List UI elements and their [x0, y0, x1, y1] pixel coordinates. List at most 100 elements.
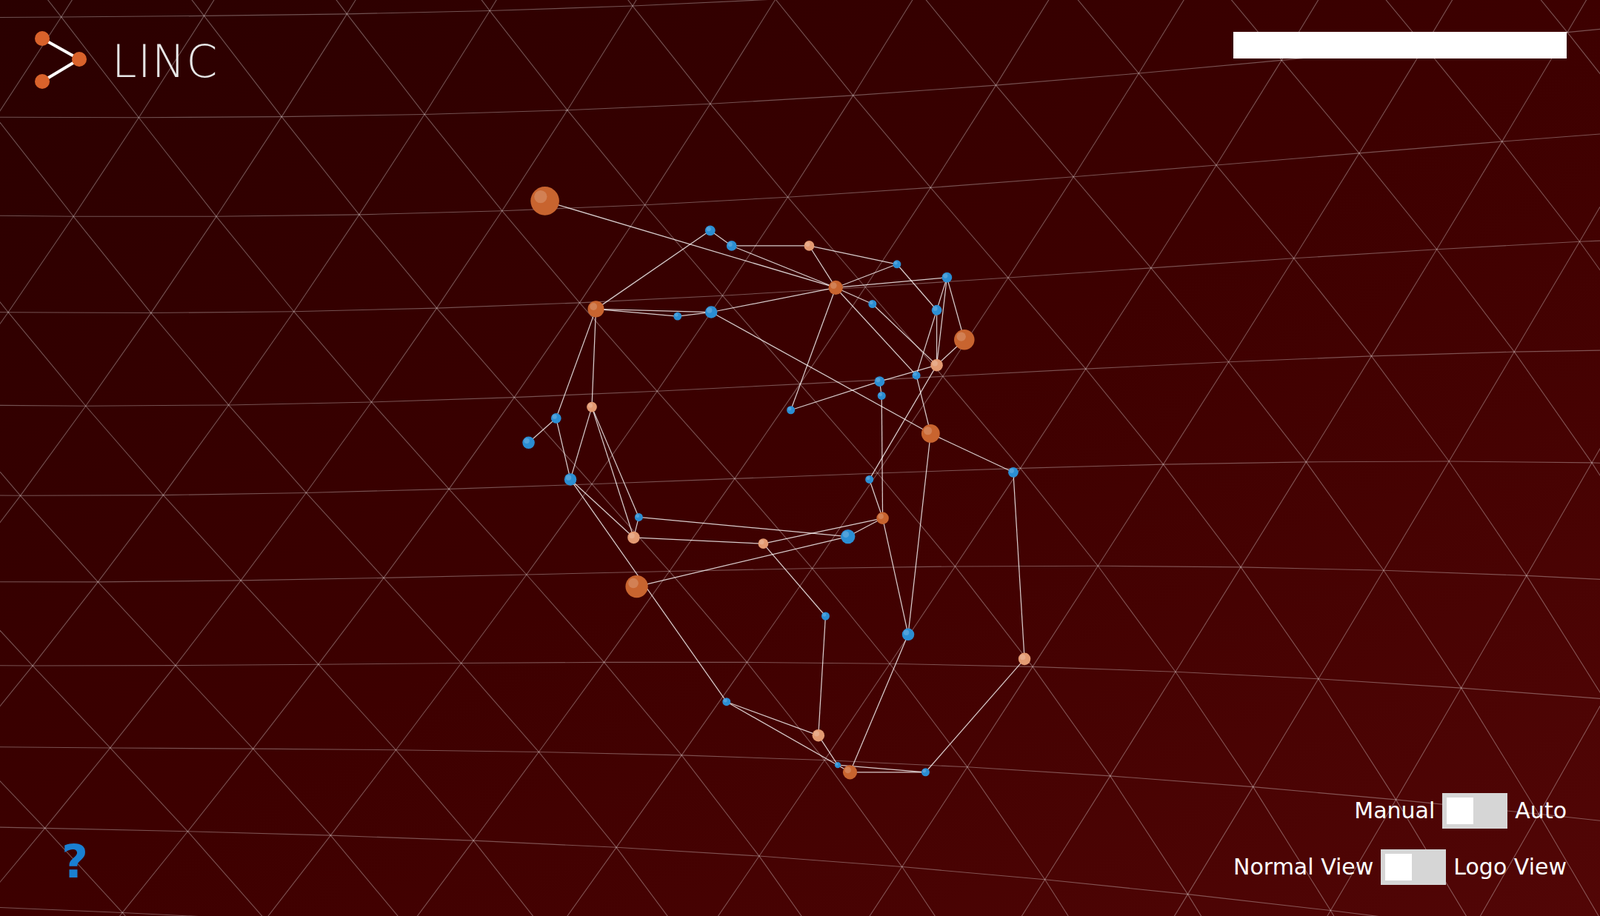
mesh-line [32, 582, 98, 666]
mesh-line [330, 835, 474, 841]
mesh-line [526, 484, 592, 575]
mesh-line [1448, 351, 1515, 462]
mesh-line [526, 574, 605, 663]
mesh-line [424, 11, 490, 115]
graph-node[interactable] [842, 765, 858, 780]
help-button[interactable]: ? [61, 839, 89, 886]
mesh-line [228, 405, 307, 494]
mesh-line [1437, 249, 1515, 352]
mesh-line [979, 880, 1045, 916]
background-mesh [0, 0, 1600, 916]
graph-node[interactable] [877, 391, 886, 400]
mesh-line [281, 117, 360, 215]
graph-node[interactable] [530, 186, 560, 216]
toggle-switch[interactable] [1380, 849, 1446, 886]
toggle-switch[interactable] [1442, 793, 1508, 829]
graph-node[interactable] [892, 260, 901, 269]
graph-node[interactable] [865, 475, 874, 484]
mesh-line [1253, 787, 1332, 912]
graph-node[interactable] [931, 305, 943, 316]
graph-node[interactable] [587, 300, 604, 318]
graph-node[interactable] [627, 531, 640, 545]
mesh-line [877, 468, 1021, 474]
graph-node[interactable] [705, 305, 718, 319]
graph-node[interactable] [930, 359, 943, 372]
logo[interactable]: LINC [33, 28, 219, 95]
graph-edge [1013, 472, 1025, 660]
graph-node[interactable] [828, 280, 843, 295]
graph-node[interactable] [921, 768, 930, 777]
mesh-line [1175, 671, 1254, 787]
graph-node[interactable] [902, 628, 915, 642]
graph-node[interactable] [876, 512, 889, 526]
toggle-left-label: Manual [1354, 797, 1435, 826]
graph-node[interactable] [625, 575, 648, 598]
mesh-line [551, 847, 617, 916]
graph-node[interactable] [804, 240, 815, 252]
mesh-line [579, 295, 723, 303]
graph-nodes [522, 186, 1031, 780]
mesh-line [0, 309, 9, 312]
mesh-line [294, 311, 372, 403]
graph-node[interactable] [874, 376, 886, 387]
graph-node[interactable] [954, 329, 975, 351]
mesh-line [1187, 894, 1266, 916]
graph-edge [638, 517, 848, 537]
mesh-line [616, 755, 682, 848]
mesh-line [902, 867, 1046, 880]
graph-node[interactable] [840, 529, 855, 544]
mesh-line [73, 117, 139, 218]
graph-node[interactable] [551, 413, 562, 424]
mesh-line [1138, 0, 1204, 74]
graph-node[interactable] [912, 371, 921, 380]
graph-node[interactable] [941, 272, 952, 283]
graph-node[interactable] [586, 402, 598, 413]
mesh-line [812, 473, 878, 569]
graph-node[interactable] [722, 697, 731, 706]
graph-node[interactable] [726, 240, 738, 252]
graph-canvas[interactable] [0, 0, 1600, 916]
mesh-line [0, 582, 33, 666]
mesh-line [473, 840, 552, 916]
graph-edge [881, 395, 883, 518]
graph-node[interactable] [834, 762, 841, 769]
graph-node[interactable] [758, 538, 769, 549]
mesh-line [1228, 362, 1307, 463]
graph-node[interactable] [673, 312, 682, 321]
mesh-line [371, 402, 449, 489]
mesh-line [175, 580, 241, 666]
mesh-line [0, 0, 62, 18]
mesh-line [1318, 570, 1384, 680]
graph-node[interactable] [1018, 653, 1032, 666]
mesh-line [1020, 368, 1086, 469]
mesh-line [1359, 46, 1425, 154]
search-input[interactable] [1233, 31, 1567, 59]
graph-node[interactable] [1008, 467, 1019, 478]
mesh-line [1228, 258, 1295, 363]
graph-node[interactable] [868, 300, 877, 309]
graph-node[interactable] [921, 424, 940, 443]
graph-node[interactable] [821, 612, 830, 621]
graph-edge [869, 479, 883, 518]
graph-node[interactable] [564, 473, 578, 486]
graph-node[interactable] [522, 437, 535, 450]
graph-edge [930, 433, 1014, 472]
mesh-line [1538, 699, 1600, 815]
mesh-line [1371, 249, 1437, 357]
mesh-line [1008, 177, 1074, 278]
graph-node[interactable] [705, 225, 716, 236]
mesh-line [269, 0, 348, 15]
mesh-line [138, 117, 217, 218]
graph-node[interactable] [812, 729, 826, 743]
mesh-line [877, 376, 943, 474]
graph-node[interactable] [634, 513, 643, 522]
graph-edge [711, 312, 931, 435]
graph-node[interactable] [786, 405, 795, 415]
mesh-line [1437, 241, 1580, 249]
mesh-line [1151, 268, 1229, 363]
mesh-line [1110, 671, 1176, 777]
mesh-line [383, 574, 527, 578]
mesh-line [787, 95, 853, 198]
mesh-line [461, 574, 527, 664]
mesh-line [1216, 60, 1282, 166]
